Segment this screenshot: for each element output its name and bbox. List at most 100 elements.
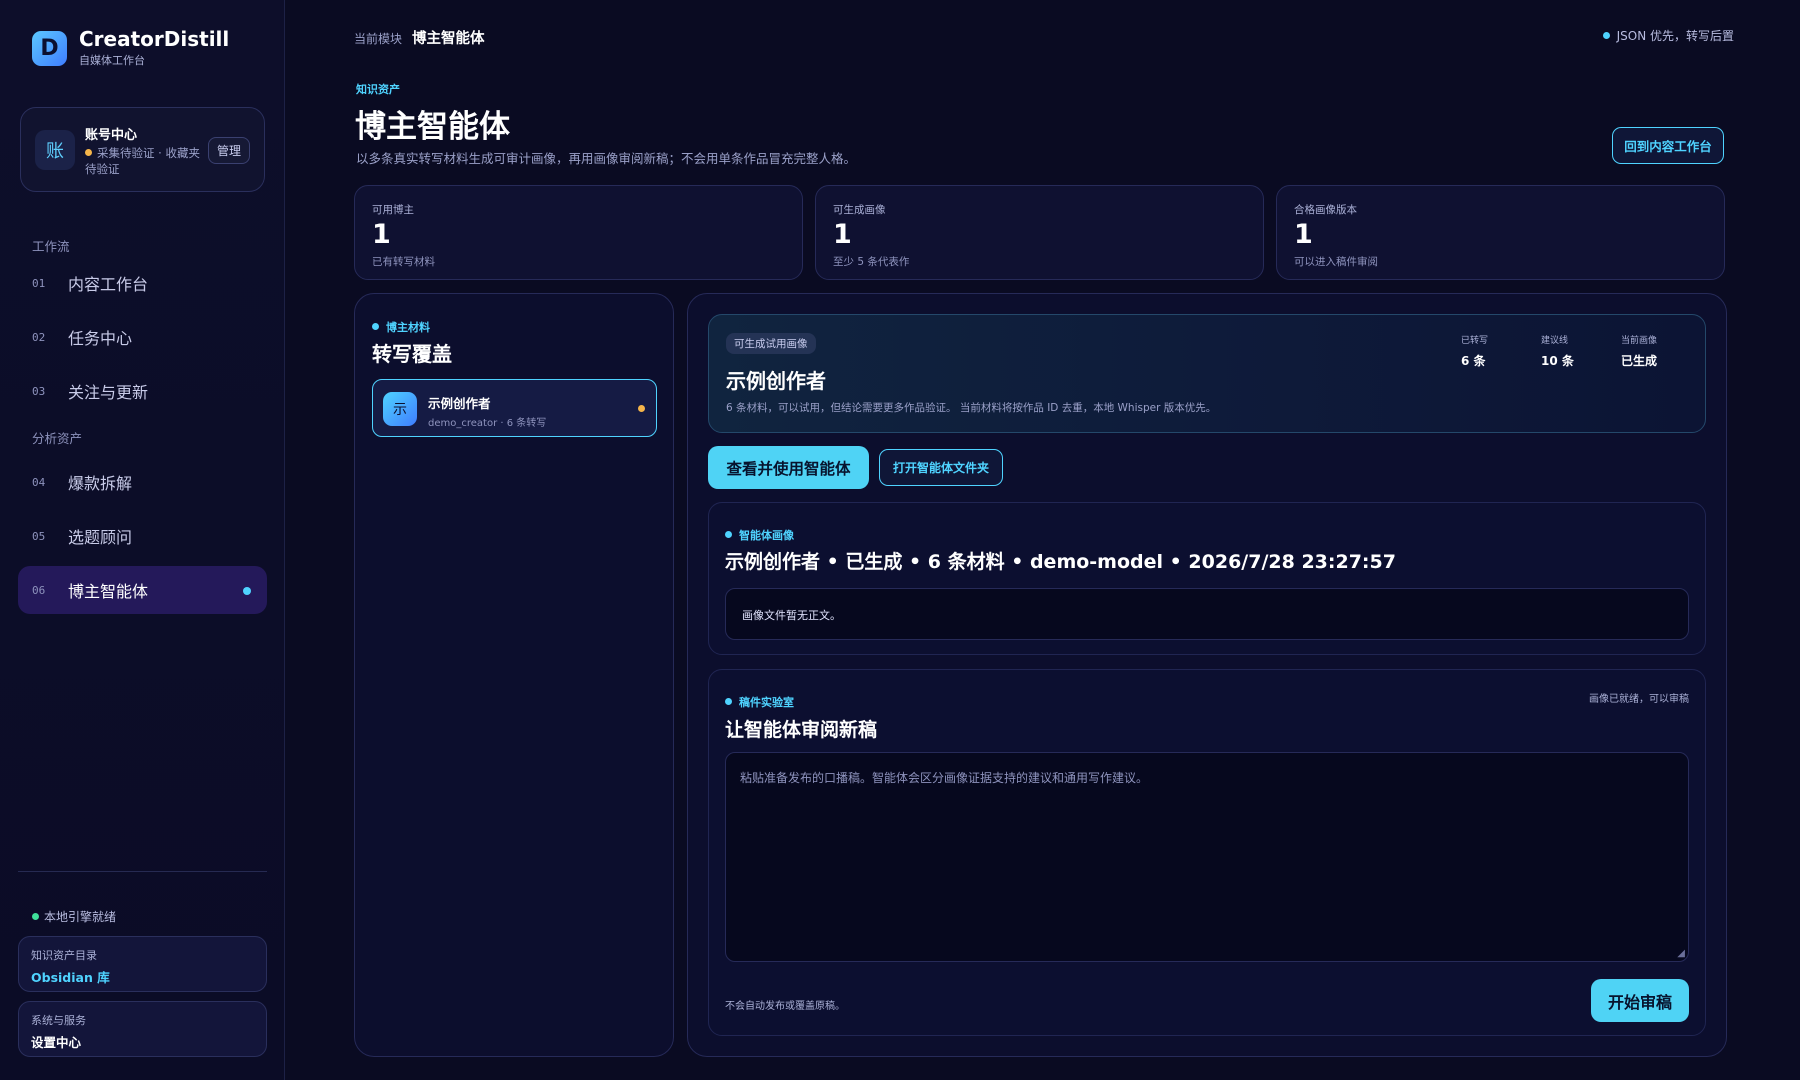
portrait-status-badge: 可生成试用画像 <box>726 333 816 354</box>
lab-note: 不会自动发布或覆盖原稿。 <box>725 1001 845 1012</box>
creator-status-dot-icon <box>638 405 645 412</box>
stat-value: 1 <box>1294 219 1313 250</box>
section-label-workflow: 工作流 <box>32 239 70 254</box>
nav-label: 选题顾问 <box>68 528 133 547</box>
engine-status: 本地引擎就绪 <box>32 908 116 925</box>
tag-dot-icon <box>725 698 732 705</box>
engine-status-text: 本地引擎就绪 <box>44 910 117 924</box>
section-label-analysis: 分析资产 <box>32 431 83 446</box>
back-to-workbench-button[interactable]: 回到内容工作台 <box>1612 127 1724 164</box>
mode-status-dot-icon <box>1602 32 1610 39</box>
stat-label: 可生成画像 <box>833 204 886 216</box>
hero-stat-value: 已生成 <box>1621 354 1658 368</box>
brand-name: CreatorDistill <box>79 27 230 51</box>
creator-name: 示例创作者 <box>428 396 491 411</box>
nav-label: 爆款拆解 <box>68 474 133 493</box>
tag-dot-icon <box>372 323 379 330</box>
mode-status-text: JSON 优先，转写后置 <box>1616 29 1734 43</box>
hero-stat-current-portrait: 当前画像 已生成 <box>1621 333 1657 369</box>
hero-stat-value: 6 条 <box>1461 354 1486 368</box>
materials-title: 转写覆盖 <box>372 342 452 366</box>
sidebar-item-viral-breakdown[interactable]: 04 爆款拆解 <box>18 458 267 506</box>
stat-card-qualified-versions: 合格画像版本 1 可以进入稿件审阅 <box>1276 185 1725 280</box>
account-card[interactable]: 账 账号中心 采集待验证 · 收藏夹待验证 管理 <box>20 107 265 192</box>
account-status-text: 采集待验证 · 收藏夹待验证 <box>85 146 200 176</box>
stat-value: 1 <box>833 219 852 250</box>
page-title: 博主智能体 <box>355 109 510 145</box>
account-status: 采集待验证 · 收藏夹待验证 <box>85 145 205 177</box>
lab-tag-text: 稿件实验室 <box>739 696 794 709</box>
sidebar-item-follow-updates[interactable]: 03 关注与更新 <box>18 367 267 415</box>
stat-value: 1 <box>372 219 391 250</box>
breadcrumb-label: 当前模块 <box>354 32 403 46</box>
account-title: 账号中心 <box>85 128 138 143</box>
knowledge-directory-value: Obsidian 库 <box>31 970 110 985</box>
sidebar-item-creator-agent[interactable]: 06 博主智能体 <box>18 566 267 614</box>
nav-label: 内容工作台 <box>68 275 149 294</box>
system-services-value: 设置中心 <box>31 1035 82 1050</box>
materials-tag-text: 博主材料 <box>386 321 430 334</box>
breadcrumb: 当前模块 博主智能体 <box>354 27 485 48</box>
lab-tag: 稿件实验室 <box>725 694 794 710</box>
materials-tag: 博主材料 <box>372 319 430 335</box>
mode-status: JSON 优先，转写后置 <box>1602 27 1734 44</box>
hero-stat-transcribed: 已转写 6 条 <box>1461 333 1488 369</box>
brand[interactable]: D CreatorDistill 自媒体工作台 <box>32 28 229 68</box>
knowledge-directory-card[interactable]: 知识资产目录 Obsidian 库 <box>18 936 267 992</box>
stat-label: 可用博主 <box>372 204 414 216</box>
agent-portrait-card: 智能体画像 示例创作者 • 已生成 • 6 条材料 • demo-model •… <box>708 502 1706 655</box>
start-review-button[interactable]: 开始审稿 <box>1591 979 1689 1022</box>
portrait-body: 画像文件暂无正文。 <box>725 588 1689 640</box>
manage-button[interactable]: 管理 <box>207 137 250 164</box>
portrait-tag-text: 智能体画像 <box>739 529 794 542</box>
creator-meta: demo_creator · 6 条转写 <box>428 418 547 429</box>
stat-sub: 至少 5 条代表作 <box>833 256 910 268</box>
nav-label: 博主智能体 <box>68 582 149 601</box>
creator-avatar: 示 <box>383 392 417 426</box>
active-dot-icon <box>243 587 251 595</box>
nav-number: 05 <box>32 529 46 543</box>
sidebar-item-topic-advisor[interactable]: 05 选题顾问 <box>18 512 267 560</box>
agent-summary-card: 可生成试用画像 示例创作者 6 条材料，可以试用，但结论需要更多作品验证。 当前… <box>708 314 1706 433</box>
view-use-agent-button[interactable]: 查看并使用智能体 <box>708 446 869 489</box>
nav-number: 03 <box>32 384 46 398</box>
nav-number: 02 <box>32 330 46 344</box>
portrait-title: 示例创作者 • 已生成 • 6 条材料 • demo-model • 2026/… <box>725 551 1396 573</box>
breadcrumb-current: 博主智能体 <box>412 31 485 47</box>
engine-status-dot-icon <box>32 913 39 920</box>
hero-stat-label: 建议线 <box>1541 336 1569 346</box>
draft-input[interactable] <box>725 752 1689 962</box>
hero-stat-suggested: 建议线 10 条 <box>1541 333 1574 369</box>
agent-detail-panel: 可生成试用画像 示例创作者 6 条材料，可以试用，但结论需要更多作品验证。 当前… <box>687 293 1727 1057</box>
nav-number: 06 <box>32 583 46 597</box>
creator-materials-panel: 博主材料 转写覆盖 示 示例创作者 demo_creator · 6 条转写 <box>354 293 674 1057</box>
status-dot-icon <box>85 149 92 156</box>
nav-label: 任务中心 <box>68 329 133 348</box>
sidebar: D CreatorDistill 自媒体工作台 账 账号中心 采集待验证 · 收… <box>0 0 285 1080</box>
agent-description: 6 条材料，可以试用，但结论需要更多作品验证。 当前材料将按作品 ID 去重，本… <box>726 402 1217 414</box>
system-services-card[interactable]: 系统与服务 设置中心 <box>18 1001 267 1057</box>
sidebar-item-content-workbench[interactable]: 01 内容工作台 <box>18 259 267 307</box>
open-agent-folder-button[interactable]: 打开智能体文件夹 <box>879 449 1003 486</box>
resize-handle-icon[interactable]: ◢ <box>1677 948 1685 959</box>
sidebar-divider <box>18 871 267 872</box>
lab-title: 让智能体审阅新稿 <box>725 719 878 741</box>
nav-number: 04 <box>32 475 46 489</box>
hero-stat-value: 10 条 <box>1541 354 1574 368</box>
stat-card-generatable-portraits: 可生成画像 1 至少 5 条代表作 <box>815 185 1264 280</box>
hero-stat-label: 当前画像 <box>1621 336 1658 346</box>
page-description: 以多条真实转写材料生成可审计画像，再用画像审阅新稿；不会用单条作品冒充完整人格。 <box>356 151 857 166</box>
brand-logo-icon: D <box>32 30 67 66</box>
nav-number: 01 <box>32 276 46 290</box>
knowledge-directory-label: 知识资产目录 <box>31 949 97 962</box>
stat-sub: 可以进入稿件审阅 <box>1294 256 1378 268</box>
sidebar-item-task-center[interactable]: 02 任务中心 <box>18 313 267 361</box>
creator-list-item[interactable]: 示 示例创作者 demo_creator · 6 条转写 <box>372 379 657 437</box>
nav-label: 关注与更新 <box>68 383 149 402</box>
draft-lab-card: 稿件实验室 画像已就绪，可以审稿 让智能体审阅新稿 ◢ 不会自动发布或覆盖原稿。… <box>708 669 1706 1036</box>
stat-sub: 已有转写材料 <box>372 256 435 268</box>
agent-name: 示例创作者 <box>726 369 826 393</box>
page-eyebrow: 知识资产 <box>356 83 400 96</box>
system-services-label: 系统与服务 <box>31 1014 86 1027</box>
portrait-tag: 智能体画像 <box>725 527 794 543</box>
